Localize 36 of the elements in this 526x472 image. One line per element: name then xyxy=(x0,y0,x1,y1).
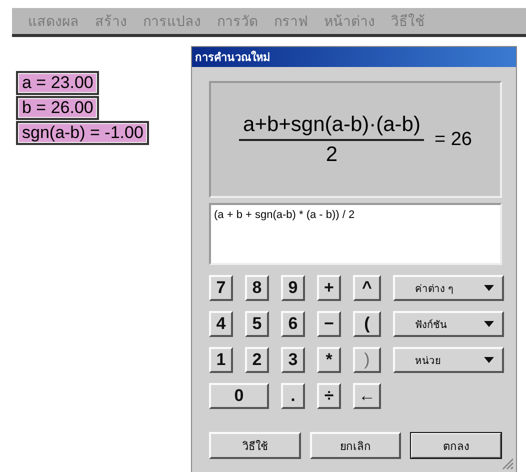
keypad-key[interactable]: 4 xyxy=(209,311,233,337)
resize-grip-icon[interactable] xyxy=(502,458,514,470)
dialog-button[interactable]: ตกลง xyxy=(410,432,502,459)
variable-label: a = 23.00 xyxy=(16,71,100,95)
keypad-key[interactable]: ÷ xyxy=(317,383,341,409)
keypad-key[interactable]: ← xyxy=(353,383,381,409)
keypad-key[interactable]: + xyxy=(317,275,341,301)
keypad-key[interactable]: 2 xyxy=(245,347,269,373)
variable-label: sgn(a-b) = -1.00 xyxy=(16,121,150,145)
caret-icon xyxy=(484,321,494,327)
keypad-key[interactable]: 0 xyxy=(209,383,269,409)
keypad-key[interactable]: − xyxy=(317,311,341,337)
caret-icon xyxy=(484,285,494,291)
keypad-key[interactable]: 6 xyxy=(281,311,305,337)
dropdown-button[interactable]: หน่วย xyxy=(393,347,504,373)
keypad-key[interactable]: ( xyxy=(353,311,381,337)
keypad-key[interactable]: 8 xyxy=(245,275,269,301)
formula-denominator: 2 xyxy=(326,142,338,166)
keypad-key[interactable]: 9 xyxy=(281,275,305,301)
dialog-button[interactable]: ยกเลิก xyxy=(310,432,402,459)
window-title: การคำนวณใหม่ xyxy=(192,47,516,67)
keypad-key[interactable]: * xyxy=(317,347,341,373)
keypad-key[interactable]: . xyxy=(281,383,305,409)
keypad-key[interactable]: 5 xyxy=(245,311,269,337)
expression-field[interactable]: (a + b + sgn(a-b) * (a - b)) / 2 xyxy=(209,203,502,265)
dialog-button[interactable]: วิธีใช้ xyxy=(209,432,301,459)
dropdown-button[interactable]: ค่าต่าง ๆ xyxy=(393,275,504,301)
caret-icon xyxy=(484,357,494,363)
keypad-key[interactable]: 3 xyxy=(281,347,305,373)
keypad-key[interactable]: 1 xyxy=(209,347,233,373)
keypad-key[interactable]: 7 xyxy=(209,275,233,301)
dropdown-button[interactable]: ฟังก์ชัน xyxy=(393,311,504,337)
formula-numerator: a+b+sgn(a-b)·(a-b) xyxy=(239,112,424,140)
keypad-key[interactable]: ^ xyxy=(353,275,381,301)
variable-label: b = 26.00 xyxy=(16,96,100,120)
formula-result: = 26 xyxy=(434,128,472,150)
